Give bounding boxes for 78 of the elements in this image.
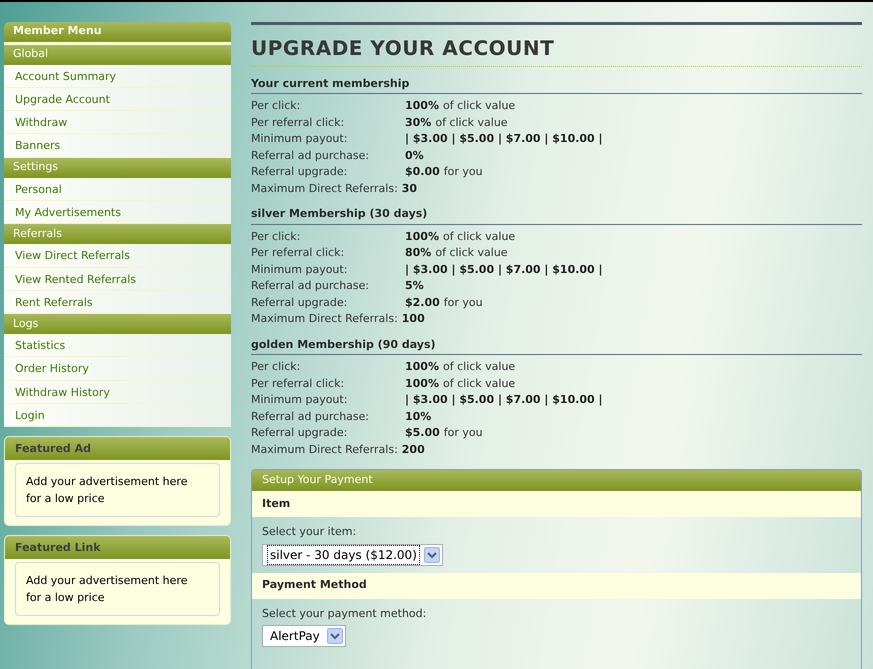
row-note: of click value — [435, 245, 508, 261]
row-value: 100% — [405, 98, 439, 114]
section-heading: Item — [252, 491, 861, 517]
row-value: 0% — [405, 148, 424, 164]
section-heading: Payment Method — [252, 572, 861, 598]
menu-link[interactable]: Order History — [4, 357, 231, 381]
row-label: Minimum payout: — [251, 262, 348, 278]
row-value: 30 — [402, 180, 418, 196]
row-label: Per click: — [251, 228, 302, 244]
menu-section-heading: Settings — [4, 158, 231, 178]
advertisement-text: Add your advertisement here for a low price — [26, 573, 188, 606]
box-title: Featured Link — [5, 536, 230, 560]
row-label: Referral upgrade: — [251, 294, 348, 310]
menu-link[interactable]: View Direct Referrals — [4, 244, 231, 268]
row-label: Per referral click: — [251, 376, 346, 392]
row-note: of click value — [442, 98, 516, 114]
row-note: for you — [444, 425, 483, 441]
row-value: | $3.00 | $5.00 | $7.00 | $10.00 | — [405, 262, 603, 278]
row-note: of click value — [442, 376, 516, 392]
row-label: Minimum payout: — [251, 392, 348, 408]
row-value: 5% — [405, 278, 424, 294]
menu-link[interactable]: Withdraw — [4, 111, 231, 134]
page-title: UPGRADE YOUR ACCOUNT — [251, 34, 556, 62]
row-label: Minimum payout: — [251, 131, 348, 147]
row-note: of click value — [442, 359, 516, 375]
menu-link[interactable]: Login — [4, 404, 231, 428]
row-note: for you — [444, 164, 483, 180]
menu-title: Member Menu — [4, 22, 231, 44]
row-value: | $3.00 | $5.00 | $7.00 | $10.00 | — [405, 392, 603, 408]
row-value: 80% — [405, 245, 432, 261]
menu-link[interactable]: My Advertisements — [4, 200, 231, 224]
dropdown[interactable]: AlertPay — [262, 625, 346, 647]
row-note: of click value — [442, 228, 516, 244]
menu-section-heading: Global — [4, 44, 231, 64]
row-value: $0.00 — [405, 164, 440, 180]
row-label: Maximum Direct Referrals: — [251, 311, 398, 327]
row-value: 100% — [405, 376, 439, 392]
row-label: Referral upgrade: — [251, 425, 348, 441]
row-label: Maximum Direct Referrals: — [251, 180, 398, 196]
row-note: for you — [444, 294, 483, 310]
menu-link[interactable]: View Rented Referrals — [4, 268, 231, 291]
row-value: 200 — [402, 442, 425, 458]
menu-link[interactable]: Banners — [4, 134, 231, 158]
row-value: 100 — [402, 311, 425, 327]
row-value: $5.00 — [405, 425, 440, 441]
row-value: 10% — [405, 408, 432, 424]
row-label: Referral ad purchase: — [251, 278, 370, 294]
advertisement-text: Add your advertisement here for a low price — [26, 474, 188, 508]
row-value: | $3.00 | $5.00 | $7.00 | $10.00 | — [405, 131, 603, 147]
menu-link[interactable]: Withdraw History — [4, 380, 231, 404]
row-label: Referral upgrade: — [251, 164, 348, 180]
menu-link[interactable]: Statistics — [4, 334, 231, 358]
row-note: of click value — [435, 114, 508, 130]
field-label: Select your payment method: — [262, 606, 426, 622]
row-value: 100% — [405, 359, 439, 375]
row-label: Referral ad purchase: — [251, 148, 370, 164]
box-title: Featured Ad — [5, 437, 230, 460]
membership-heading: golden Membership (90 days) — [251, 336, 862, 355]
row-label: Maximum Direct Referrals: — [251, 442, 398, 458]
row-label: Per click: — [251, 98, 302, 114]
menu-link[interactable]: Rent Referrals — [4, 290, 231, 314]
dropdown[interactable]: silver - 30 days ($12.00) — [262, 544, 443, 566]
membership-heading: Your current membership — [251, 76, 862, 94]
menu-section-heading: Logs — [4, 314, 231, 334]
row-label: Per referral click: — [251, 114, 346, 130]
row-label: Per referral click: — [251, 245, 346, 261]
row-value: $2.00 — [405, 294, 440, 310]
row-value: 30% — [405, 114, 432, 130]
menu-link[interactable]: Personal — [4, 178, 231, 201]
row-label: Per click: — [251, 359, 302, 375]
panel-title: Setup Your Payment — [252, 470, 861, 491]
menu-link[interactable]: Account Summary — [4, 64, 231, 88]
row-value: 100% — [405, 228, 439, 244]
menu-section-heading: Referrals — [4, 224, 231, 244]
membership-heading: silver Membership (30 days) — [251, 206, 862, 224]
menu-link[interactable]: Upgrade Account — [4, 88, 231, 112]
field-label: Select your item: — [262, 524, 356, 540]
row-label: Referral ad purchase: — [251, 408, 370, 424]
